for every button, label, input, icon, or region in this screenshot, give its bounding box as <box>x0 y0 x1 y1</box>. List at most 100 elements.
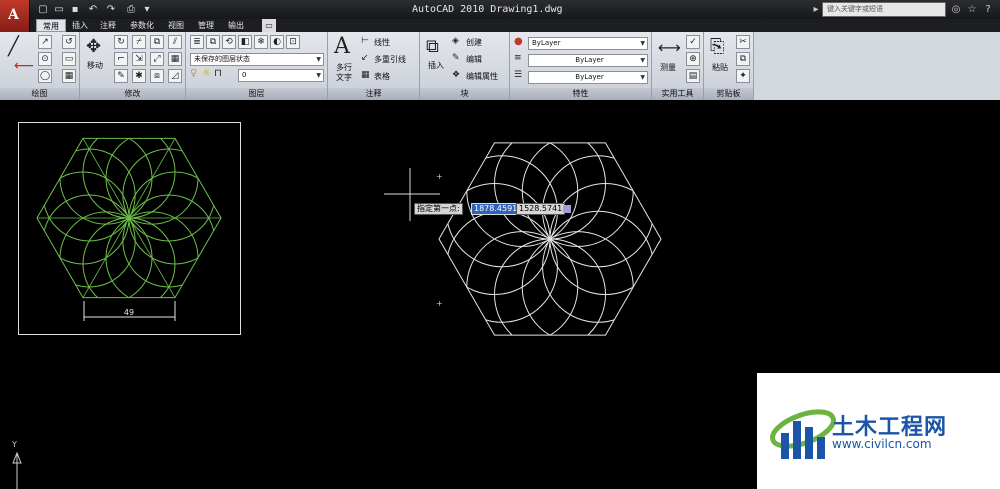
array-icon[interactable]: ▦ <box>168 52 182 66</box>
id-point-icon[interactable]: ⊕ <box>686 52 700 66</box>
search-input[interactable]: 键入关键字或短语 <box>822 2 946 17</box>
hatch-icon[interactable]: ▦ <box>62 69 76 83</box>
measure-icon[interactable]: ⟷ <box>658 38 681 57</box>
save-icon[interactable]: ▪ <box>68 3 82 16</box>
paste-icon[interactable]: ⎘ <box>710 36 724 57</box>
open-file-icon[interactable]: ▭ <box>52 3 66 16</box>
rotate-icon[interactable]: ↻ <box>114 35 128 49</box>
plot-icon[interactable]: ⎙ <box>124 3 138 16</box>
panel-title-utilities[interactable]: 实用工具 <box>652 88 703 100</box>
star-icon[interactable]: ☆ <box>966 3 978 16</box>
ellipse-icon[interactable]: ◯ <box>38 69 52 83</box>
move-button-label[interactable]: 移动 <box>87 60 103 71</box>
undo-icon[interactable]: ↶ <box>86 3 100 16</box>
panel-title-layers[interactable]: 图层 <box>186 88 327 100</box>
insert-block-icon[interactable]: ⧉ <box>426 36 439 57</box>
tab-insert[interactable]: 插入 <box>68 19 92 32</box>
scale-icon[interactable]: ⤢ <box>150 52 164 66</box>
offset-icon[interactable]: ⧈ <box>150 69 164 83</box>
table-icon[interactable]: ▦ <box>361 70 370 80</box>
mirror-icon[interactable]: ⫽ <box>168 35 182 49</box>
layer-match-icon[interactable]: ⧉ <box>206 35 220 49</box>
panel-title-clipboard[interactable]: 剪贴板 <box>704 88 753 100</box>
lineweight-icon[interactable]: ☰ <box>514 70 522 80</box>
panel-title-properties[interactable]: 特性 <box>510 88 651 100</box>
layer-isolate-icon[interactable]: ◧ <box>238 35 252 49</box>
tab-home[interactable]: 常用 <box>36 19 66 32</box>
help-icon[interactable]: ? <box>982 3 994 16</box>
edit-attributes-label[interactable]: 编辑属性 <box>466 71 498 82</box>
layer-state-combo[interactable]: 未保存的图层状态 ▼ <box>190 53 324 66</box>
layer-freeze-icon[interactable]: ❄ <box>254 35 268 49</box>
panel-title-modify[interactable]: 修改 <box>80 88 185 100</box>
cut-icon[interactable]: ✂ <box>736 35 750 49</box>
lock-icon[interactable]: ⊓ <box>214 68 222 79</box>
chevron-down-icon: ▼ <box>640 40 645 47</box>
multileader-label[interactable]: 多重引线 <box>374 54 406 65</box>
create-block-label[interactable]: 创建 <box>466 37 482 48</box>
redo-icon[interactable]: ↷ <box>104 3 118 16</box>
layer-off-icon[interactable]: ◐ <box>270 35 284 49</box>
erase-icon[interactable]: ✎ <box>114 69 128 83</box>
tab-view[interactable]: 视图 <box>164 19 188 32</box>
paste-label[interactable]: 粘贴 <box>712 62 728 73</box>
tab-parametric[interactable]: 参数化 <box>124 19 160 32</box>
panel-title-block[interactable]: 块 <box>420 88 509 100</box>
fillet-icon[interactable]: ⌐ <box>114 52 128 66</box>
multileader-icon[interactable]: ↙ <box>361 53 369 63</box>
ribbon-minimize-icon[interactable]: ▭ <box>262 19 276 32</box>
mtext-label-line2[interactable]: 文字 <box>336 72 352 83</box>
copy-clip-icon[interactable]: ⧉ <box>736 52 750 66</box>
chamfer-icon[interactable]: ◿ <box>168 69 182 83</box>
linetype-icon[interactable]: ≡ <box>514 53 522 63</box>
application-menu-button[interactable]: A <box>0 0 30 36</box>
match-properties-icon[interactable]: ✦ <box>736 69 750 83</box>
dynamic-input-y-field[interactable]: 1528.5741 <box>516 203 566 215</box>
ribbon-tabs: 常用 插入 注释 参数化 视图 管理 输出 ▭ <box>30 19 1000 32</box>
polyline-icon[interactable]: ↗ <box>38 35 52 49</box>
panel-title-annotation[interactable]: 注释 <box>328 88 419 100</box>
table-label[interactable]: 表格 <box>374 71 390 82</box>
layer-combo[interactable]: 0 ▼ <box>238 69 324 82</box>
lightbulb-icon[interactable]: ♀ <box>190 68 197 79</box>
search-arrow-icon[interactable]: ▸ <box>810 3 822 16</box>
tab-manage[interactable]: 管理 <box>194 19 218 32</box>
calculator-icon[interactable]: ▤ <box>686 69 700 83</box>
lineweight-combo[interactable]: ByLayer ▼ <box>528 71 648 84</box>
circle-icon[interactable]: ⊙ <box>38 52 52 66</box>
create-block-icon[interactable]: ◈ <box>452 36 459 46</box>
linear-dimension-label[interactable]: 线性 <box>374 37 390 48</box>
chevron-down-icon: ▼ <box>316 72 321 79</box>
linetype-combo[interactable]: ByLayer ▼ <box>528 54 648 67</box>
stretch-icon[interactable]: ⇲ <box>132 52 146 66</box>
quick-access-dropdown-icon[interactable]: ▾ <box>140 3 154 16</box>
explode-icon[interactable]: ✱ <box>132 69 146 83</box>
new-file-icon[interactable]: ▢ <box>36 3 50 16</box>
layer-lock-icon[interactable]: ⊡ <box>286 35 300 49</box>
mtext-icon[interactable]: A <box>334 34 350 59</box>
measure-label[interactable]: 测量 <box>660 62 676 73</box>
layer-properties-icon[interactable]: ≣ <box>190 35 204 49</box>
tab-annotate[interactable]: 注释 <box>96 19 120 32</box>
tab-output[interactable]: 输出 <box>224 19 248 32</box>
arc-icon[interactable]: ↺ <box>62 35 76 49</box>
layer-previous-icon[interactable]: ⟲ <box>222 35 236 49</box>
panel-title-draw[interactable]: 绘图 <box>0 88 79 100</box>
move-icon[interactable]: ✥ <box>86 36 101 57</box>
quick-select-icon[interactable]: ✓ <box>686 35 700 49</box>
panel-utilities: ⟷ 测量 ✓ ⊕ ▤ 实用工具 <box>652 32 704 100</box>
dynamic-input-x-field[interactable]: 1878.4591 <box>471 203 521 215</box>
rectangle-icon[interactable]: ▭ <box>62 52 76 66</box>
line-icon[interactable]: ╱ <box>8 36 19 57</box>
linear-dimension-icon[interactable]: ⊢ <box>361 36 369 46</box>
sun-icon[interactable]: ☼ <box>202 68 211 79</box>
binoculars-icon[interactable]: ◎ <box>950 3 962 16</box>
edit-block-icon[interactable]: ✎ <box>452 53 460 63</box>
color-wheel-icon[interactable]: ● <box>514 36 523 47</box>
edit-attributes-icon[interactable]: ❖ <box>452 70 460 80</box>
trim-icon[interactable]: ⌿ <box>132 35 146 49</box>
color-combo[interactable]: ByLayer ▼ <box>528 37 648 50</box>
copy-icon[interactable]: ⧉ <box>150 35 164 49</box>
insert-block-label[interactable]: 插入 <box>428 60 444 71</box>
edit-block-label[interactable]: 编辑 <box>466 54 482 65</box>
